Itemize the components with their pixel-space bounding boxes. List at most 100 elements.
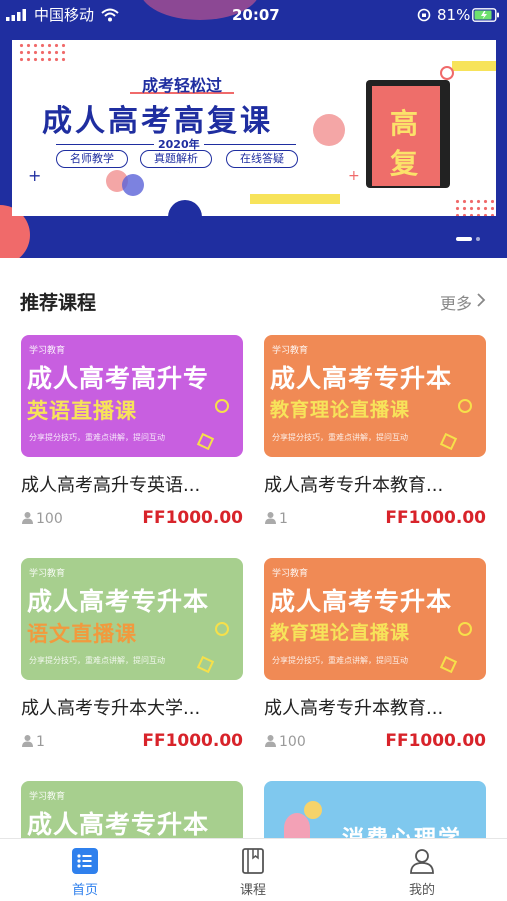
course-card[interactable]: 学习教育 成人高考高升专 英语直播课 分享提分技巧，重难点讲解，提问互动 成人高… [21,335,243,535]
decor-plus: + [28,166,42,185]
poster-line1: 成人高考专升本 [270,587,453,616]
decor-plus: + [348,168,360,184]
poster-line2: 英语直播课 [27,399,137,423]
course-price: FF1000.00 [142,731,243,751]
poster-subtitle: 分享提分技巧，重难点讲解，提问互动 [29,656,165,665]
clock: 20:07 [232,6,280,24]
course-card[interactable]: 学习教育 成人高考专升本 教育理论直播课 分享提分技巧，重难点讲解，提问互动 成… [264,558,486,758]
poster-logo: 学习教育 [272,346,309,356]
decor-dots [18,42,66,64]
status-bar: 中国移动 20:07 81% [0,0,507,30]
course-title: 成人高考专升本教育... [264,698,444,719]
more-link-label: 更多 [440,294,473,313]
poster-line1: 消费心理学 [342,821,462,838]
decor-diamond [196,432,215,451]
poster-logo: 学习教育 [29,569,66,579]
chevron-right-icon [477,293,486,307]
course-price: FF1000.00 [385,508,486,528]
poster-subtitle: 分享提分技巧，重难点讲解，提问互动 [29,433,165,442]
decor-ring [458,622,472,636]
banner-page-indicator [456,236,484,242]
course-poster: 消费心理学 [264,781,486,838]
tab-label: 首页 [71,883,98,898]
learner-count-value: 100 [279,734,306,750]
learner-count: 100 [264,734,306,750]
battery-percent: 81% [437,6,471,24]
home-list-icon [72,848,98,874]
decor-ring [215,399,229,413]
signal-icon [6,9,26,21]
learner-count: 1 [264,511,288,527]
learner-count: 100 [21,511,63,527]
poster-line1: 成人高考专升本 [27,587,210,616]
course-card[interactable]: 消费心理学 [264,781,486,838]
banner-kicker-text: 成考轻松过 [141,76,222,95]
course-poster: 学习教育 成人高考专升本 教育理论直播课 分享提分技巧，重难点讲解，提问互动 [264,335,486,457]
wifi-icon [101,8,119,22]
course-price: FF1000.00 [385,731,486,751]
poster-line2: 语文直播课 [27,622,137,646]
carrier-name: 中国移动 [34,6,95,24]
learner-count-value: 100 [36,511,63,527]
book-icon [242,848,264,874]
poster-illustration [304,801,322,819]
learner-count: 1 [21,734,45,750]
learner-count-value: 1 [36,734,45,750]
decor-circle [168,200,202,234]
course-title: 成人高考专升本教育... [264,475,444,496]
tab-home[interactable]: 首页 [25,839,145,901]
poster-subtitle: 分享提分技巧，重难点讲解，提问互动 [272,656,408,665]
decor-ring [215,622,229,636]
decor-dots [454,198,494,216]
banner-kicker: 成考轻松过 [130,72,234,95]
promo-banner[interactable]: 成考轻松过 成人高考高复课 2020年 名师教学 真题解析 在线答疑 高 复 +… [0,0,507,258]
course-poster: 学习教育 成人高考专升本 语文直播课 分享提分技巧，重难点讲解，提问互动 [21,558,243,680]
decor-diamond [439,655,458,674]
course-poster: 学习教育 成人高考专升本 [21,781,243,838]
battery-icon [472,8,499,22]
banner-book-char: 高 [390,107,419,140]
orientation-lock-icon [417,8,431,22]
poster-logo: 学习教育 [272,569,309,579]
banner-chip: 真题解析 [140,150,212,168]
poster-line2: 教育理论直播课 [270,622,411,644]
poster-subtitle: 分享提分技巧，重难点讲解，提问互动 [272,433,408,442]
tab-profile[interactable]: 我的 [362,839,482,901]
decor-diamond [439,432,458,451]
decor-diamond [196,655,215,674]
more-link[interactable]: 更多 [440,290,490,313]
decor-bar [452,61,496,71]
course-poster: 学习教育 成人高考专升本 教育理论直播课 分享提分技巧，重难点讲解，提问互动 [264,558,486,680]
poster-line2: 教育理论直播课 [270,399,411,421]
learner-count-value: 1 [279,511,288,527]
course-card[interactable]: 学习教育 成人高考专升本 [21,781,243,838]
course-title: 成人高考高升专英语... [21,475,201,496]
person-icon [265,735,276,747]
indicator-dot [476,237,480,241]
course-price: FF1000.00 [142,508,243,528]
profile-icon [410,849,434,874]
decor-circle [313,114,345,146]
banner-card: 成考轻松过 成人高考高复课 2020年 名师教学 真题解析 在线答疑 高 复 +… [12,40,496,234]
tab-courses[interactable]: 课程 [193,839,313,901]
person-icon [22,735,33,747]
bottom-tab-bar: 首页 课程 我的 [0,838,507,900]
poster-logo: 学习教育 [29,792,66,802]
decor-ring [440,66,454,80]
decor-circle [122,174,144,196]
tab-label: 课程 [239,883,266,898]
poster-line1: 成人高考专升本 [27,810,210,838]
banner-book-cover: 高 复 [370,84,442,188]
course-card[interactable]: 学习教育 成人高考专升本 语文直播课 分享提分技巧，重难点讲解，提问互动 成人高… [21,558,243,758]
person-icon [265,512,276,524]
poster-logo: 学习教育 [29,346,66,356]
banner-book-char: 复 [390,147,419,180]
course-card[interactable]: 学习教育 成人高考专升本 教育理论直播课 分享提分技巧，重难点讲解，提问互动 成… [264,335,486,535]
course-poster: 学习教育 成人高考高升专 英语直播课 分享提分技巧，重难点讲解，提问互动 [21,335,243,457]
banner-title: 成人高考高复课 [42,104,273,139]
poster-line1: 成人高考高升专 [27,364,210,393]
decor-ring [458,399,472,413]
person-icon [22,512,33,524]
tab-label: 我的 [408,883,435,898]
poster-line1: 成人高考专升本 [270,364,453,393]
